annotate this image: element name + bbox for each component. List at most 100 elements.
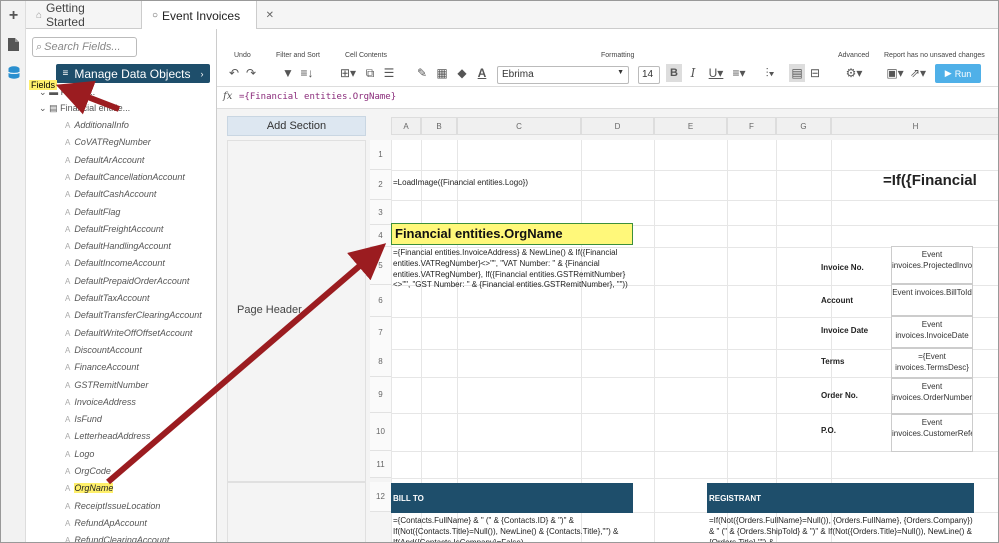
undo-icon[interactable]: ↶	[227, 64, 241, 82]
row-header[interactable]: 12	[370, 482, 391, 512]
field-item[interactable]: A AdditionalInfo	[65, 120, 129, 130]
field-item[interactable]: A DefaultTaxAccount	[65, 293, 150, 303]
field-item[interactable]: A DiscountAccount	[65, 345, 142, 355]
row-header[interactable]: 10	[370, 413, 391, 451]
font-color-icon[interactable]: A	[475, 64, 489, 82]
field-item[interactable]: A LetterheadAddress	[65, 431, 150, 441]
column-header[interactable]: A	[391, 117, 421, 135]
field-label: DefaultCancellationAccount	[74, 171, 185, 182]
merge-icon[interactable]: ⊟	[808, 64, 822, 82]
field-item[interactable]: A DefaultPrepaidOrderAccount	[65, 276, 189, 286]
column-header[interactable]: F	[727, 117, 776, 135]
row-header[interactable]: 9	[370, 377, 391, 413]
field-item[interactable]: A DefaultArAccount	[65, 155, 144, 165]
field-item[interactable]: A RefundApAccount	[65, 518, 147, 528]
column-header[interactable]: C	[457, 117, 581, 135]
column-header[interactable]: D	[581, 117, 654, 135]
field-item[interactable]: A DefaultFreightAccount	[65, 224, 163, 234]
sort-icon[interactable]: ≡↓	[299, 64, 315, 82]
tree-root[interactable]: ⌄ ▬ Financ...	[39, 87, 95, 98]
field-item[interactable]: A CoVATRegNumber	[65, 137, 151, 147]
tab-event-invoices[interactable]: ○ Event Invoices ✕	[141, 1, 274, 30]
document-icon[interactable]	[5, 36, 22, 53]
close-icon[interactable]: ✕	[266, 10, 274, 21]
add-icon[interactable]: +	[5, 7, 22, 24]
field-item[interactable]: A IsFund	[65, 414, 102, 424]
font-select[interactable]: Ebrima ▼	[497, 66, 629, 84]
field-item[interactable]: A Logo	[65, 449, 94, 459]
field-item[interactable]: A DefaultCancellationAccount	[65, 172, 185, 182]
field-item[interactable]: A DefaultIncomeAccount	[65, 258, 165, 268]
field-item[interactable]: A DefaultTransferClearingAccount	[65, 310, 202, 320]
bill-to-header[interactable]: BILL TO	[391, 483, 633, 513]
if-header-cell[interactable]: =If({Financial	[883, 171, 977, 191]
export-icon[interactable]: ⇗▾	[908, 64, 928, 82]
manage-data-objects-button[interactable]: ≡ Manage Data Objects ›	[56, 64, 210, 83]
po-value[interactable]: Event invoices.CustomerReference	[891, 414, 973, 452]
field-item[interactable]: A GSTRemitNumber	[65, 380, 148, 390]
database-icon[interactable]	[5, 64, 22, 81]
field-item[interactable]: A DefaultWriteOffOffsetAccount	[65, 328, 192, 338]
order-no-value[interactable]: Event invoices.OrderNumber	[891, 378, 973, 414]
underline-icon[interactable]: U▾	[707, 64, 725, 82]
filter-icon[interactable]: ▼	[281, 64, 295, 82]
column-header[interactable]: G	[776, 117, 831, 135]
run-button[interactable]: ▶ Run	[935, 64, 981, 83]
bold-icon[interactable]: B	[666, 64, 682, 82]
registrant-header[interactable]: REGISTRANT	[707, 483, 974, 513]
text-field-icon: A	[65, 172, 71, 182]
field-item[interactable]: A OrgCode	[65, 466, 111, 476]
row-header[interactable]: 5	[370, 247, 391, 285]
invoice-no-value[interactable]: Event invoices.ProjectedInvoiceNumber	[891, 246, 973, 284]
terms-value[interactable]: ={Event invoices.TermsDesc}	[891, 348, 973, 378]
field-item[interactable]: A RefundClearingAccount	[65, 535, 169, 542]
field-item[interactable]: A DefaultHandlingAccount	[65, 241, 171, 251]
column-header[interactable]: E	[654, 117, 727, 135]
field-item[interactable]: A FinanceAccount	[65, 362, 139, 372]
orgname-cell[interactable]: Financial entities.OrgName	[391, 223, 633, 245]
row-header[interactable]: 3	[370, 200, 391, 225]
row-header[interactable]: 4	[370, 225, 391, 247]
field-item[interactable]: A DefaultFlag	[65, 207, 120, 217]
bill-to-formula[interactable]: ={Contacts.FullName} & " (" & {Contacts.…	[393, 516, 633, 542]
insert-field-icon[interactable]: ⊞▾	[337, 64, 359, 82]
text-align-icon[interactable]: ≡▾	[729, 64, 749, 82]
row-header[interactable]: 8	[370, 347, 391, 377]
wrap-icon[interactable]: ▤	[789, 64, 805, 82]
field-item[interactable]: A OrgName	[65, 483, 114, 494]
align-icon[interactable]: ☰	[382, 64, 396, 82]
column-header[interactable]: H	[831, 117, 998, 135]
spreadsheet-grid[interactable]: =LoadImage({Financial entities.Logo}) =I…	[391, 140, 998, 542]
formula-input[interactable]: ={Financial entities.OrgName}	[239, 92, 396, 102]
copy-icon[interactable]: ⧉	[363, 64, 377, 82]
row-header[interactable]: 7	[370, 317, 391, 349]
fill-color-icon[interactable]: ◆	[455, 64, 469, 82]
field-item[interactable]: A InvoiceAddress	[65, 397, 136, 407]
account-value[interactable]: Event invoices.BillToId	[891, 284, 973, 316]
field-item[interactable]: A DefaultCashAccount	[65, 189, 156, 199]
tab-getting-started[interactable]: ⌂ Getting Started	[26, 1, 134, 29]
font-size-select[interactable]: 14	[638, 66, 660, 84]
row-header[interactable]: 1	[370, 140, 391, 170]
row-header[interactable]: 2	[370, 170, 391, 200]
logo-cell[interactable]: =LoadImage({Financial entities.Logo})	[393, 178, 528, 189]
tree-financial-entities[interactable]: ⌄ ▤ Financial entitie...	[39, 103, 130, 114]
gear-icon[interactable]: ⚙▾	[844, 64, 864, 82]
search-input[interactable]: ⌕ Search Fields...	[32, 37, 137, 57]
add-section-button[interactable]: Add Section	[227, 116, 366, 136]
column-header[interactable]: B	[421, 117, 457, 135]
row-header[interactable]: 11	[370, 451, 391, 478]
valign-icon[interactable]: ⫶▾	[759, 64, 781, 82]
save-icon[interactable]: ▣▾	[885, 64, 905, 82]
field-item[interactable]: A ReceiptIssueLocation	[65, 501, 160, 511]
cell-color-icon[interactable]: ▦	[435, 64, 449, 82]
fx-icon: fx	[223, 91, 233, 102]
registrant-formula[interactable]: =If(Not({Orders.FullName}=Null()), {Orde…	[709, 516, 973, 542]
row-header[interactable]: 6	[370, 285, 391, 317]
italic-icon[interactable]: I	[686, 64, 700, 82]
invoice-date-value[interactable]: Event invoices.InvoiceDate	[891, 316, 973, 348]
redo-icon[interactable]: ↷	[244, 64, 258, 82]
address-cell[interactable]: ={Financial entities.InvoiceAddress} & N…	[393, 248, 635, 291]
brush-icon[interactable]: ✎	[415, 64, 429, 82]
field-label: OrgName	[74, 483, 114, 494]
